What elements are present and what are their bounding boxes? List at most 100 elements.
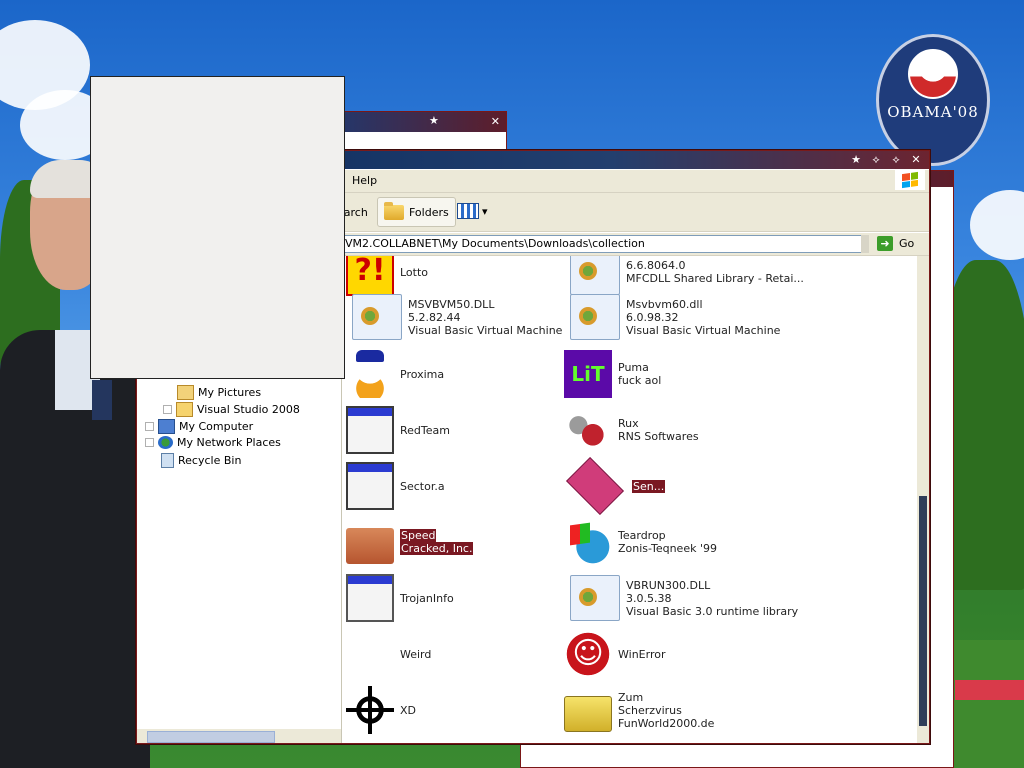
winerror-icon: [564, 630, 612, 678]
file-item-xd[interactable]: XD: [346, 684, 416, 736]
tree-item-recycle-bin[interactable]: Recycle Bin: [161, 453, 241, 468]
expander-icon[interactable]: [163, 405, 172, 414]
dll-icon: [570, 294, 620, 340]
file-description: Visual Basic Virtual Machine: [626, 323, 781, 337]
tree-item-label: My Network Places: [177, 436, 281, 449]
file-item-msvbvm50[interactable]: MSVBVM50.DLL 5.2.82.44 Visual Basic Virt…: [346, 291, 562, 343]
tree-item-my-pictures[interactable]: My Pictures: [177, 385, 261, 400]
views-button[interactable]: ▾: [457, 203, 488, 219]
duck-icon: [346, 350, 394, 398]
chevron-down-icon: ▾: [482, 204, 488, 218]
tree-item-my-network-places[interactable]: My Network Places: [145, 436, 281, 449]
restore-button[interactable]: ⟡: [869, 153, 883, 167]
arrow-right-icon: ➜: [877, 236, 893, 251]
tree-item-label: My Computer: [179, 420, 254, 433]
folder-icon: [384, 201, 404, 220]
dll-icon: [570, 256, 620, 295]
exe-icon: [346, 406, 394, 454]
expander-icon[interactable]: [145, 438, 154, 447]
file-company: RNS Softwares: [618, 430, 699, 443]
views-icon: [457, 203, 479, 219]
go-button[interactable]: ➜ Go: [877, 236, 914, 251]
file-item-winerror[interactable]: WinError: [564, 628, 665, 680]
yellow-folder-icon: [564, 696, 612, 732]
go-label: Go: [899, 237, 915, 250]
file-item-trojaninfo[interactable]: TrojanInfo: [346, 572, 454, 624]
file-item-vbrun300[interactable]: VBRUN300.DLL 3.0.5.38 Visual Basic 3.0 r…: [564, 572, 798, 624]
folders-button[interactable]: Folders: [377, 197, 456, 227]
file-name: MSVBVM50.DLL: [408, 297, 495, 311]
exe-icon: [346, 462, 394, 510]
pictures-folder-icon: [177, 385, 194, 400]
file-item-speed[interactable]: Speed Cracked, Inc.: [346, 516, 474, 568]
file-name: Proxima: [400, 367, 445, 381]
recycle-bin-icon: [161, 453, 174, 468]
tree-item-label: Visual Studio 2008: [197, 403, 300, 416]
tree-item-label: My Pictures: [198, 386, 262, 399]
maximize-button[interactable]: ⟡: [889, 153, 903, 167]
tree-item-my-computer[interactable]: My Computer: [145, 419, 253, 434]
file-description: Scherzvirus: [618, 703, 682, 717]
file-name: Msvbvm60.dll: [626, 297, 703, 311]
file-version: 6.0.98.32: [626, 310, 679, 324]
file-company: Cracked, Inc.: [400, 542, 474, 555]
file-item-msvbvm60[interactable]: Msvbvm60.dll 6.0.98.32 Visual Basic Virt…: [564, 291, 780, 343]
file-item-sector-a[interactable]: Sector.a: [346, 460, 445, 512]
address-input[interactable]: VM2.COLLABNET\My Documents\Downloads\col…: [342, 235, 866, 253]
teardrop-icon: [564, 518, 612, 566]
file-company: Zonis-Teqneek '99: [618, 542, 717, 555]
address-dropdown[interactable]: [861, 235, 869, 253]
file-description: Visual Basic 3.0 runtime library: [626, 604, 799, 618]
close-button[interactable]: ✕: [909, 153, 923, 167]
horizontal-scrollbar[interactable]: [137, 729, 341, 743]
file-item-sen[interactable]: Sen...: [564, 457, 666, 515]
file-name: VBRUN300.DLL: [626, 578, 711, 592]
file-name: WinError: [618, 647, 666, 661]
crosshair-icon: [346, 686, 394, 734]
file-name: RedTeam: [400, 423, 450, 437]
lotto-icon: ?!: [346, 256, 394, 296]
file-name: Weird: [400, 647, 432, 661]
file-name: Sector.a: [400, 479, 445, 493]
tie: [92, 380, 112, 420]
file-item-rux[interactable]: Rux RNS Softwares: [564, 404, 699, 456]
file-list: ?! Lotto MSVBVM50.DLL 5.2.82.44 Visual B…: [342, 256, 917, 743]
vertical-scrollbar[interactable]: [917, 256, 929, 743]
cloud: [970, 190, 1024, 260]
file-item-weird[interactable]: Weird: [346, 628, 431, 680]
file-item-teardrop[interactable]: Teardrop Zonis-Teqneek '99: [564, 516, 717, 568]
file-name: Zum: [618, 690, 644, 704]
campaign-logo-icon: [908, 49, 958, 99]
file-name: Lotto: [400, 265, 429, 279]
folders-label: Folders: [409, 205, 449, 219]
tree-item-label: Recycle Bin: [178, 454, 242, 467]
file-name: Sen...: [632, 479, 666, 493]
file-item-redteam[interactable]: RedTeam: [346, 404, 450, 456]
file-item-zum[interactable]: Zum Scherzvirus FunWorld2000.de: [564, 684, 714, 736]
badge-text: OBAMA'08: [887, 103, 979, 121]
scrollbar-thumb[interactable]: [919, 496, 927, 726]
file-item-puma[interactable]: LiT Puma fuck aol: [564, 348, 661, 400]
star-icon[interactable]: ★: [849, 153, 863, 167]
scrollbar-thumb[interactable]: [147, 731, 275, 743]
file-version: 5.2.82.44: [408, 310, 461, 324]
file-company: FunWorld2000.de: [618, 716, 715, 730]
puma-icon: LiT: [564, 350, 612, 398]
file-version: 6.6.8064.0: [626, 259, 686, 272]
tree-item-visual-studio-2008[interactable]: Visual Studio 2008: [163, 402, 300, 417]
file-item-proxima[interactable]: Proxima: [346, 348, 444, 400]
computer-icon: [158, 419, 175, 434]
campaign-badge: OBAMA'08: [876, 34, 990, 166]
menu-help[interactable]: Help: [352, 174, 377, 187]
file-description: fuck aol: [618, 374, 662, 387]
expander-icon[interactable]: [145, 422, 154, 431]
window-icon: [346, 574, 394, 622]
close-icon[interactable]: ✕: [491, 115, 500, 128]
windows-flag-icon: [895, 170, 925, 190]
blank-popup-window[interactable]: [90, 76, 345, 379]
file-description: Visual Basic Virtual Machine: [408, 323, 563, 337]
blank-icon: [346, 630, 394, 678]
file-name: Puma: [618, 361, 649, 374]
rux-icon: [564, 406, 612, 454]
star-icon: ★: [429, 114, 439, 127]
